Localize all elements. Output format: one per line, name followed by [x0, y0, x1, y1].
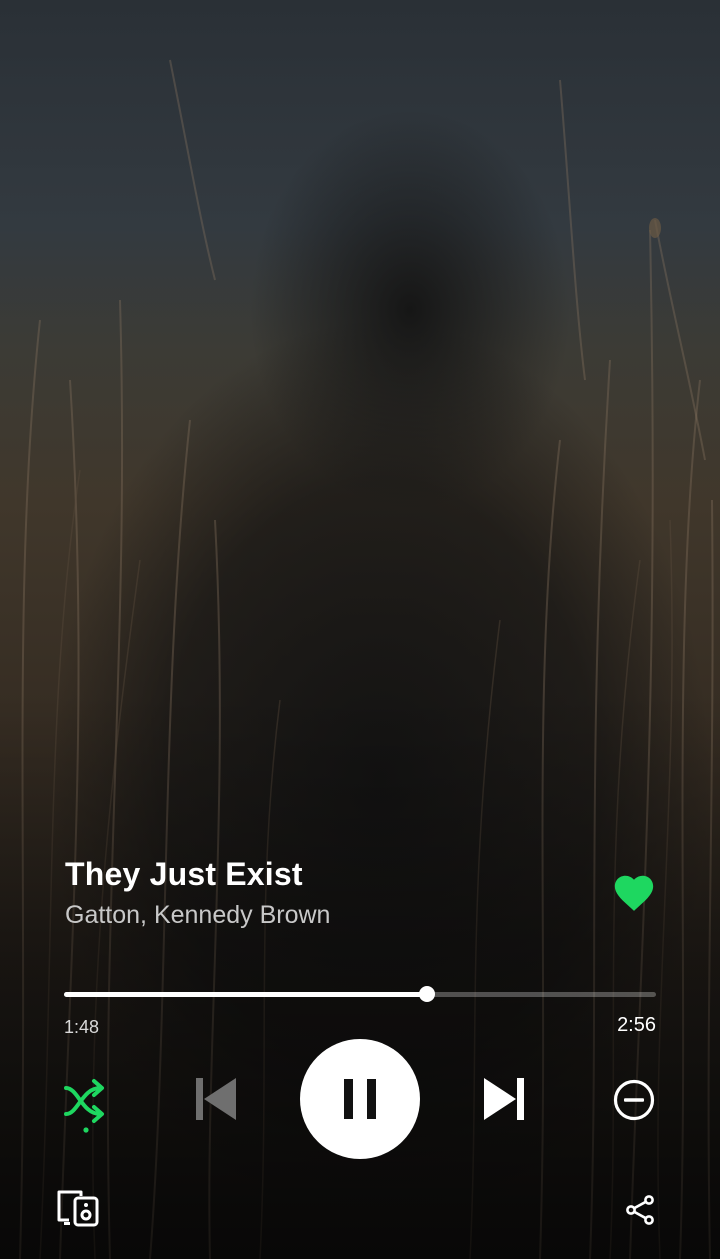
pause-button[interactable] [300, 1039, 420, 1159]
share-button[interactable] [616, 1186, 664, 1234]
share-icon [626, 1195, 654, 1225]
previous-button[interactable] [188, 1071, 244, 1127]
seek-bar[interactable] [64, 986, 656, 1002]
like-button[interactable] [611, 870, 657, 916]
pause-icon [344, 1079, 376, 1119]
seek-bar-fill [64, 992, 428, 997]
skip-next-icon [484, 1078, 524, 1120]
minus-circle-icon [613, 1079, 655, 1121]
connect-devices-button[interactable] [52, 1182, 104, 1234]
shuffle-button[interactable] [58, 1074, 114, 1136]
track-artist[interactable]: Gatton, Kennedy Brown [65, 901, 330, 930]
track-title: They Just Exist [65, 856, 303, 892]
next-button[interactable] [476, 1071, 532, 1127]
connect-devices-icon [57, 1190, 99, 1227]
shuffle-icon [64, 1079, 104, 1133]
elapsed-time: 1:48 [64, 1017, 100, 1037]
remove-from-queue-button[interactable] [606, 1072, 662, 1128]
skip-previous-icon [196, 1078, 236, 1120]
heart-icon [614, 875, 654, 911]
total-duration: 2:56 [617, 1014, 656, 1036]
